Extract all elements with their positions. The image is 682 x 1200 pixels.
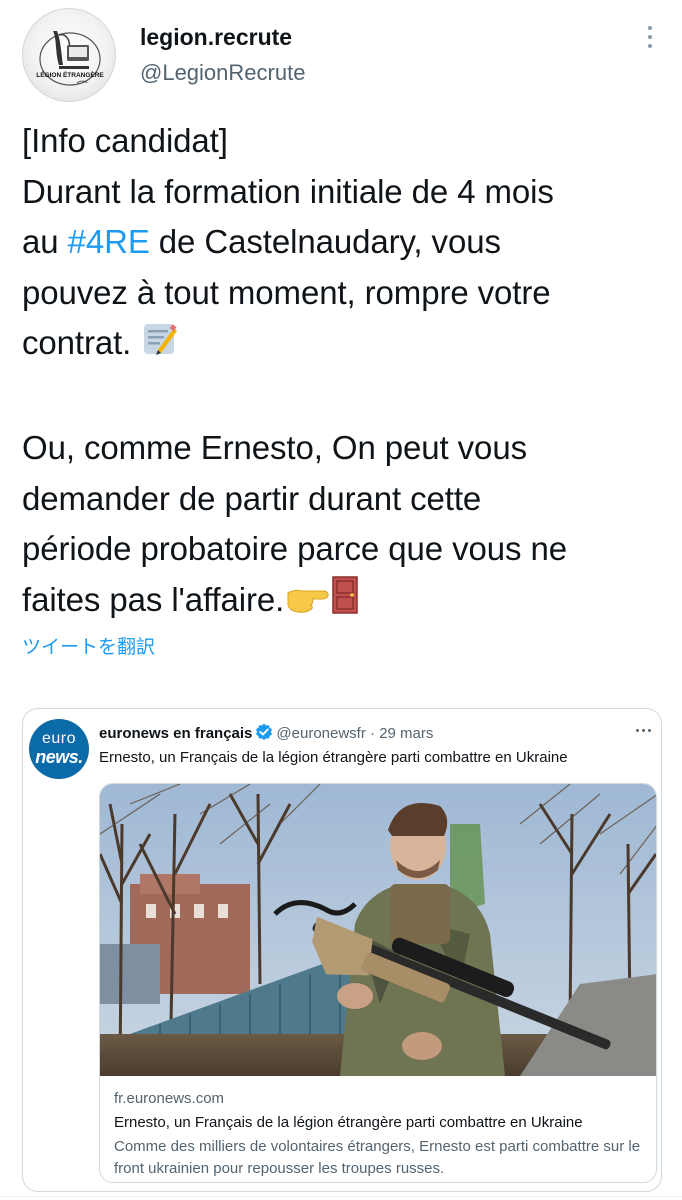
avatar-caption: LÉGION ÉTRANGÈRE: [36, 70, 104, 79]
quoted-tweet-header: euronews en français @euronewsfr · 29 mar…: [99, 723, 433, 745]
author-display-name[interactable]: legion.recrute: [140, 22, 305, 52]
memo-emoji-icon: [140, 320, 178, 373]
door-emoji-icon: [330, 575, 360, 630]
link-preview-card[interactable]: fr.euronews.com Ernesto, un Français de …: [99, 783, 657, 1183]
link-title: Ernesto, un Français de la légion étrang…: [114, 1114, 583, 1131]
article-photo[interactable]: [100, 784, 657, 1076]
author-avatar[interactable]: LÉGION ÉTRANGÈRE: [22, 8, 116, 102]
author-names: legion.recrute @LegionRecrute: [140, 22, 305, 88]
quoted-author-handle[interactable]: @euronewsfr: [276, 725, 365, 742]
more-vertical-icon[interactable]: [642, 22, 658, 52]
more-horizontal-icon[interactable]: [636, 729, 651, 732]
link-info: fr.euronews.com Ernesto, un Français de …: [114, 1088, 644, 1180]
link-description: Comme des milliers de volontaires étrang…: [114, 1138, 641, 1177]
quoted-date[interactable]: 29 mars: [379, 725, 433, 742]
euronews-avatar-line2: news.: [35, 747, 83, 767]
quoted-tweet-text: Ernesto, un Français de la légion étrang…: [99, 749, 568, 766]
translate-tweet-link[interactable]: ツイートを翻訳: [22, 632, 155, 659]
legion-logo-icon: LÉGION ÉTRANGÈRE: [36, 31, 104, 86]
quoted-author-name[interactable]: euronews en français: [99, 725, 252, 742]
tweet-text: [Info candidat] Durant la formation init…: [22, 116, 662, 629]
euronews-avatar-line1: euro: [41, 730, 77, 747]
verified-badge-icon: [255, 723, 273, 745]
hashtag-link[interactable]: #4RE: [68, 223, 150, 260]
author-handle[interactable]: @LegionRecrute: [140, 58, 305, 88]
link-domain: fr.euronews.com: [114, 1090, 225, 1107]
quoted-tweet-card[interactable]: euro news. euronews en français @euronews…: [22, 708, 662, 1192]
divider: [0, 1196, 682, 1197]
point-right-emoji-icon: [284, 579, 330, 630]
tweet-header: LÉGION ÉTRANGÈRE legion.recrute @LegionR…: [22, 8, 662, 104]
quoted-separator: ·: [365, 725, 380, 742]
euronews-avatar[interactable]: euro news.: [29, 719, 89, 779]
